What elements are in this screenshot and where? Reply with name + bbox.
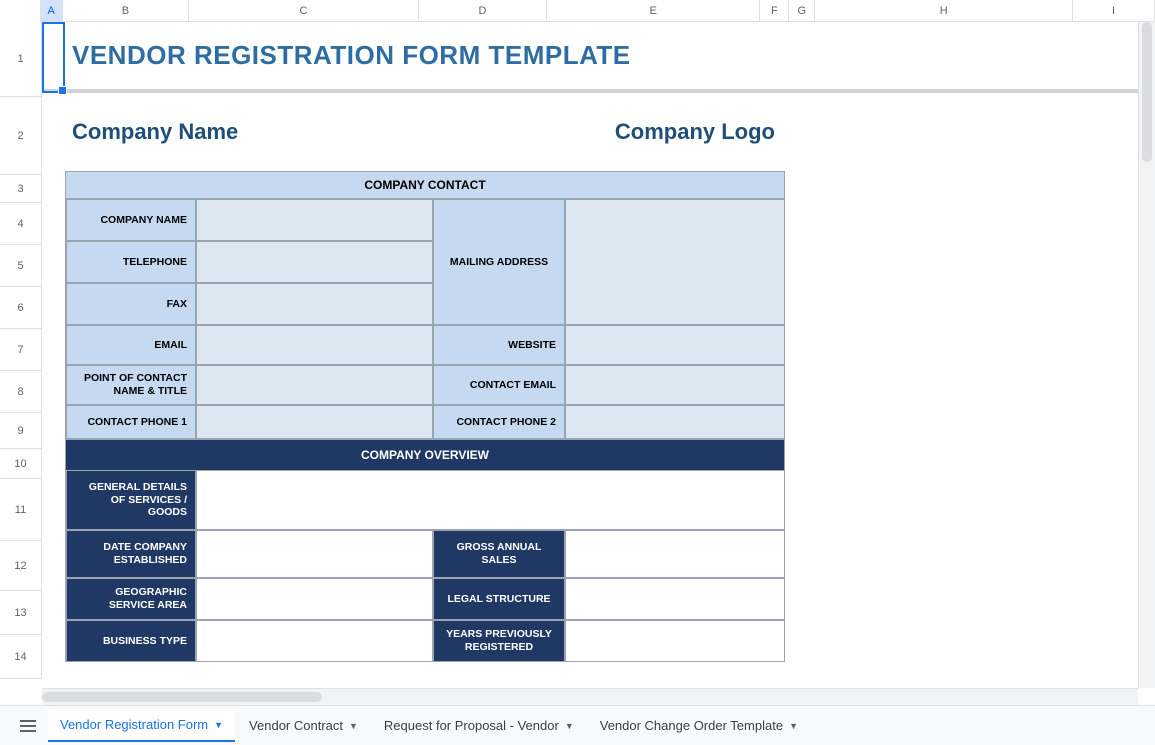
label-legal-structure: LEGAL STRUCTURE	[433, 578, 565, 620]
row-headers: 1234567891011121314	[0, 22, 42, 679]
vertical-scrollbar[interactable]	[1138, 22, 1155, 688]
input-legal-structure[interactable]	[565, 578, 785, 620]
input-gross-sales[interactable]	[565, 530, 785, 578]
horizontal-scrollbar-thumb[interactable]	[42, 692, 322, 702]
company-logo-placeholder: Company Logo	[615, 119, 775, 145]
row-header-6[interactable]: 6	[0, 287, 42, 329]
horizontal-scrollbar[interactable]	[42, 688, 1138, 705]
select-all-corner[interactable]	[0, 0, 41, 22]
spreadsheet-grid[interactable]: VENDOR REGISTRATION FORM TEMPLATE Compan…	[42, 22, 1155, 685]
input-geo-area[interactable]	[196, 578, 433, 620]
input-company-name[interactable]	[196, 199, 433, 241]
sheet-tab-label: Request for Proposal - Vendor	[384, 718, 559, 733]
row-header-12[interactable]: 12	[0, 541, 42, 591]
label-telephone: TELEPHONE	[66, 241, 196, 283]
input-contact-email[interactable]	[565, 365, 785, 405]
column-header-D[interactable]: D	[419, 0, 547, 21]
label-mailing-address: MAILING ADDRESS	[433, 199, 565, 325]
company-overview-section: COMPANY OVERVIEW GENERAL DETAILS OF SERV…	[65, 440, 785, 662]
column-header-E[interactable]: E	[547, 0, 760, 21]
row-header-11[interactable]: 11	[0, 479, 42, 541]
label-contact-email: CONTACT EMAIL	[433, 365, 565, 405]
row-header-14[interactable]: 14	[0, 635, 42, 679]
input-fax[interactable]	[196, 283, 433, 325]
contact-section-header: COMPANY CONTACT	[66, 172, 784, 199]
column-header-F[interactable]: F	[760, 0, 789, 21]
sheet-tab-label: Vendor Registration Form	[60, 717, 208, 732]
row-header-2[interactable]: 2	[0, 97, 42, 175]
input-contact-phone2[interactable]	[565, 405, 785, 439]
input-date-established[interactable]	[196, 530, 433, 578]
label-general-details: GENERAL DETAILS OF SERVICES / GOODS	[66, 470, 196, 530]
label-date-established: DATE COMPANY ESTABLISHED	[66, 530, 196, 578]
company-header-row: Company Name Company Logo	[42, 93, 1155, 171]
label-company-name: COMPANY NAME	[66, 199, 196, 241]
column-header-I[interactable]: I	[1073, 0, 1155, 21]
label-contact-phone2: CONTACT PHONE 2	[433, 405, 565, 439]
sheet-tab[interactable]: Vendor Contract ▼	[237, 710, 370, 742]
title-row: VENDOR REGISTRATION FORM TEMPLATE	[42, 22, 1155, 93]
sheet-tab[interactable]: Vendor Registration Form ▼	[48, 710, 235, 742]
input-general-details[interactable]	[196, 470, 785, 530]
sheet-tab-label: Vendor Contract	[249, 718, 343, 733]
column-headers: ABCDEFGHI	[0, 0, 1155, 22]
input-telephone[interactable]	[196, 241, 433, 283]
column-header-C[interactable]: C	[189, 0, 419, 21]
sheet-tab[interactable]: Request for Proposal - Vendor ▼	[372, 710, 586, 742]
document-title: VENDOR REGISTRATION FORM TEMPLATE	[72, 40, 631, 71]
label-business-type: BUSINESS TYPE	[66, 620, 196, 662]
input-poc[interactable]	[196, 365, 433, 405]
chevron-down-icon[interactable]: ▼	[789, 721, 798, 731]
column-header-B[interactable]: B	[63, 0, 189, 21]
label-geo-area: GEOGRAPHIC SERVICE AREA	[66, 578, 196, 620]
sheet-tab-bar: Vendor Registration Form▼Vendor Contract…	[0, 705, 1155, 745]
column-header-G[interactable]: G	[789, 0, 815, 21]
input-email[interactable]	[196, 325, 433, 365]
row-header-7[interactable]: 7	[0, 329, 42, 371]
row-header-9[interactable]: 9	[0, 413, 42, 449]
label-email: EMAIL	[66, 325, 196, 365]
vertical-scrollbar-thumb[interactable]	[1142, 22, 1152, 162]
company-contact-section: COMPANY CONTACT COMPANY NAME MAILING ADD…	[65, 171, 785, 440]
label-poc: POINT OF CONTACT NAME & TITLE	[66, 365, 196, 405]
company-name-placeholder: Company Name	[72, 119, 238, 145]
sheet-tab[interactable]: Vendor Change Order Template ▼	[588, 710, 810, 742]
chevron-down-icon[interactable]: ▼	[565, 721, 574, 731]
all-sheets-menu-icon[interactable]	[10, 711, 46, 741]
row-header-3[interactable]: 3	[0, 175, 42, 203]
row-header-8[interactable]: 8	[0, 371, 42, 413]
sheet-tab-label: Vendor Change Order Template	[600, 718, 783, 733]
chevron-down-icon[interactable]: ▼	[349, 721, 358, 731]
input-mailing-address[interactable]	[565, 199, 785, 325]
column-header-A[interactable]: A	[41, 0, 63, 21]
row-header-1[interactable]: 1	[0, 22, 42, 97]
chevron-down-icon[interactable]: ▼	[214, 720, 223, 730]
input-business-type[interactable]	[196, 620, 433, 662]
input-years-registered[interactable]	[565, 620, 785, 662]
row-header-4[interactable]: 4	[0, 203, 42, 245]
row-header-13[interactable]: 13	[0, 591, 42, 635]
overview-section-header: COMPANY OVERVIEW	[66, 440, 784, 470]
label-website: WEBSITE	[433, 325, 565, 365]
row-header-5[interactable]: 5	[0, 245, 42, 287]
input-website[interactable]	[565, 325, 785, 365]
row-header-10[interactable]: 10	[0, 449, 42, 479]
label-fax: FAX	[66, 283, 196, 325]
input-contact-phone1[interactable]	[196, 405, 433, 439]
label-gross-sales: GROSS ANNUAL SALES	[433, 530, 565, 578]
column-header-H[interactable]: H	[815, 0, 1073, 21]
label-years-registered: YEARS PREVIOUSLY REGISTERED	[433, 620, 565, 662]
label-contact-phone1: CONTACT PHONE 1	[66, 405, 196, 439]
